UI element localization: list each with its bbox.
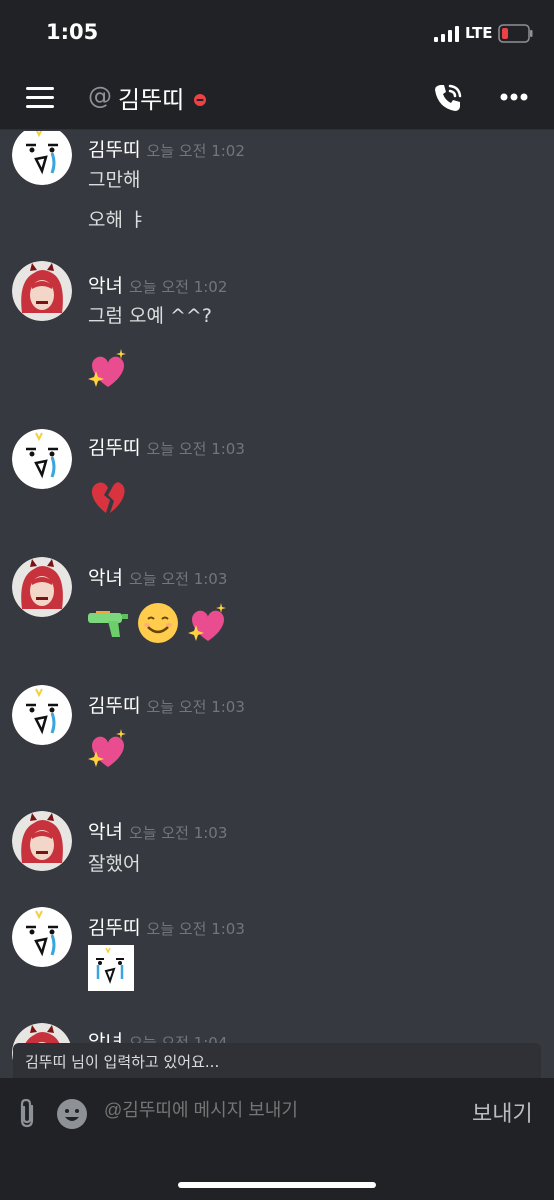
message-text: 그럼 오예 ^^? (88, 305, 212, 327)
message-timestamp: 오늘 오전 1:03 (146, 920, 245, 938)
message-timestamp: 오늘 오전 1:03 (128, 570, 228, 588)
channel-header: @ 김뚜띠 (0, 66, 554, 130)
emoji-row (86, 347, 130, 391)
message-text: 잘했어 (88, 853, 141, 875)
dnd-status-icon (194, 94, 206, 106)
emoji-row (86, 727, 130, 771)
home-indicator (178, 1182, 376, 1188)
broken-heart-emoji-icon[interactable] (86, 473, 130, 517)
sparkling-heart-emoji-icon[interactable] (86, 347, 130, 391)
message-timestamp: 오늘 오전 1:02 (146, 142, 245, 160)
battery-icon (498, 24, 533, 43)
avatar-kimddutti[interactable] (12, 907, 72, 967)
message-text: 그만해 (88, 169, 141, 191)
status-time: 1:05 (46, 20, 99, 44)
message-author[interactable]: 악녀 오늘 오전 1:03 (88, 817, 227, 844)
emoji-row (86, 601, 230, 645)
message-timestamp: 오늘 오전 1:03 (146, 440, 245, 458)
avatar-kimddutti[interactable] (12, 429, 72, 489)
emoji-row (86, 473, 130, 517)
typing-text: 김뚜띠 님이 입력하고 있어요... (25, 1053, 220, 1071)
typing-indicator: 김뚜띠 님이 입력하고 있어요... (13, 1043, 541, 1078)
message-timestamp: 오늘 오전 1:03 (146, 698, 245, 716)
message-author[interactable]: 악녀 오늘 오전 1:02 (88, 271, 227, 298)
avatar-aknyeo[interactable] (12, 261, 72, 321)
send-button[interactable]: 보내기 (472, 1096, 533, 1128)
message-author[interactable]: 악녀 오늘 오전 1:03 (88, 563, 227, 590)
water-pistol-emoji-icon[interactable] (86, 601, 130, 645)
at-icon: @ (88, 82, 112, 110)
message-list[interactable]: 김뚜띠 오늘 오전 1:02 그만해 오해 ㅑ 악녀 오늘 오전 1:02 그럼 오… (0, 131, 554, 1078)
avatar-kimddutti[interactable] (12, 685, 72, 745)
message-author[interactable]: 김뚜띠 오늘 오전 1:03 (88, 433, 245, 460)
message-author[interactable]: 김뚜띠 오늘 오전 1:03 (88, 691, 245, 718)
avatar-aknyeo[interactable] (12, 811, 72, 871)
sparkling-heart-emoji-icon[interactable] (86, 727, 130, 771)
phone-call-icon[interactable] (432, 82, 464, 114)
message-timestamp: 오늘 오전 1:02 (128, 278, 228, 296)
emoji-picker-icon[interactable] (56, 1098, 88, 1130)
message-text: 오해 ㅑ (88, 209, 147, 231)
paperclip-icon[interactable] (16, 1098, 38, 1128)
avatar-aknyeo[interactable] (12, 557, 72, 617)
sparkling-heart-emoji-icon[interactable] (186, 601, 230, 645)
message-input[interactable] (104, 1100, 454, 1121)
hamburger-menu-icon[interactable] (26, 87, 56, 109)
avatar-kimddutti[interactable] (12, 131, 72, 185)
crying-face-sticker[interactable] (88, 945, 134, 991)
message-author[interactable]: 김뚜띠 오늘 오전 1:03 (88, 913, 245, 940)
channel-title[interactable]: 김뚜띠 (118, 80, 184, 115)
network-label: LTE (465, 24, 493, 42)
message-author[interactable]: 김뚜띠 오늘 오전 1:02 (88, 135, 245, 162)
message-timestamp: 오늘 오전 1:03 (128, 824, 228, 842)
smiling-face-emoji-icon[interactable] (136, 601, 180, 645)
more-options-icon[interactable] (500, 92, 528, 102)
status-bar: 1:05 LTE (0, 0, 554, 66)
signal-icon (434, 26, 459, 42)
message-composer: 보내기 (0, 1078, 554, 1200)
